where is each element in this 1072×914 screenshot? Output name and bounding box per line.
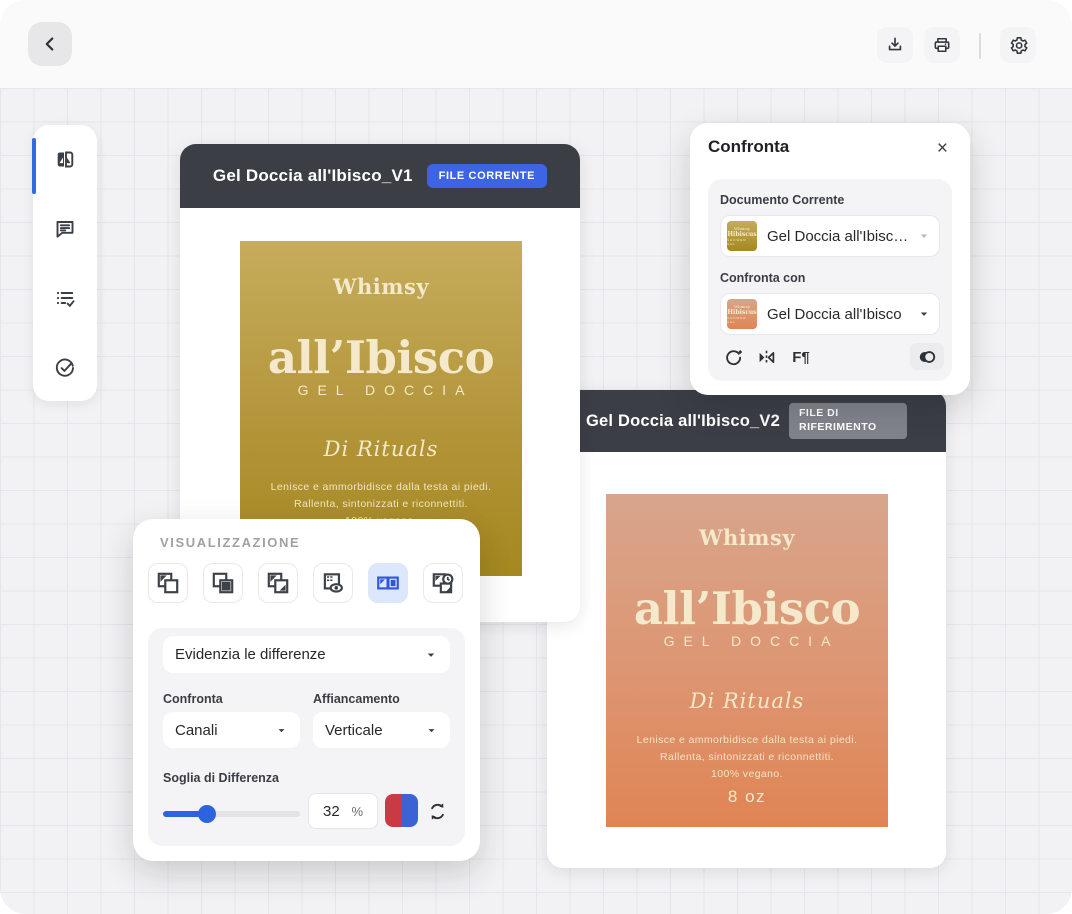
view-mode-history[interactable] [423, 563, 463, 603]
view-mode-side-by-side[interactable] [368, 563, 408, 603]
overlay-toggle-button[interactable] [910, 343, 944, 370]
label-category: GEL DOCCIA [606, 633, 888, 649]
threshold-value: 32 [323, 803, 340, 820]
printer-icon [932, 35, 952, 55]
document-v2-header: Gel Doccia all'Ibisco_V2 FILE DI RIFERIM… [547, 390, 946, 452]
toolbar-divider [979, 33, 981, 59]
current-doc-dropdown[interactable]: Whimsy Hibiscus SHOWER GEL Gel Doccia al… [720, 215, 940, 257]
comment-icon [53, 217, 77, 241]
current-doc-label: Documento Corrente [720, 193, 844, 207]
compare-mode-dropdown[interactable]: Canali [163, 712, 300, 748]
threshold-label: Soglia di Differenza [163, 771, 279, 785]
label-artwork-v2: Whimsy all’Ibisco GEL DOCCIA Di Rituals … [606, 494, 888, 827]
compare-panel: Confronta × Documento Corrente Whimsy Hi… [690, 123, 970, 395]
compare-with-value: Gel Doccia all'Ibisco [767, 306, 909, 323]
compare-with-dropdown[interactable]: Whimsy Hibiscus SHOWER GEL Gel Doccia al… [720, 293, 940, 335]
chevron-down-icon [275, 724, 288, 737]
highlight-mode-value: Evidenzia le differenze [175, 646, 326, 663]
compare-mode-value: Canali [175, 722, 218, 739]
checklist-icon [53, 286, 77, 310]
sidebar-item-approve[interactable] [53, 356, 77, 380]
chevron-down-icon [917, 229, 931, 243]
document-v2-title: Gel Doccia all'Ibisco_V2 [586, 412, 780, 431]
download-button[interactable] [877, 27, 913, 63]
label-brand: Whimsy [240, 274, 522, 299]
gear-icon [1008, 35, 1029, 56]
highlight-mode-dropdown[interactable]: Evidenzia le differenze [163, 636, 450, 673]
refresh-button[interactable] [425, 799, 449, 823]
document-card-v2: Gel Doccia all'Ibisco_V2 FILE DI RIFERIM… [547, 390, 946, 868]
diff-squares-icon [265, 570, 291, 596]
top-toolbar [0, 0, 1072, 88]
label-product-name: all’Ibisco [240, 331, 522, 384]
sidebar-item-comments[interactable] [53, 217, 77, 241]
pixel-eye-icon [320, 570, 346, 596]
chevron-down-icon [424, 648, 438, 662]
overlay-squares-icon [155, 570, 181, 596]
refresh-icon [426, 800, 449, 823]
threshold-slider-thumb[interactable] [198, 805, 216, 823]
font-check-tool-button[interactable]: F¶ [789, 345, 813, 369]
overlay-circles-icon [916, 346, 938, 368]
compare-pages-icon [53, 148, 77, 172]
back-button[interactable] [28, 22, 72, 66]
font-paragraph-icon: F¶ [792, 349, 810, 366]
doc-thumbnail-gold: Whimsy Hibiscus SHOWER GEL [727, 221, 757, 251]
view-panel-body: Evidenzia le differenze Confronta Affian… [148, 628, 465, 846]
layout-mode-dropdown[interactable]: Verticale [313, 712, 450, 748]
chevron-down-icon [425, 724, 438, 737]
view-settings-panel: VISUALIZZAZIONE [133, 519, 480, 861]
doc-thumbnail-peach: Whimsy Hibiscus SHOWER GEL [727, 299, 757, 329]
view-panel-title: VISUALIZZAZIONE [160, 535, 300, 550]
settings-button[interactable] [1000, 27, 1036, 63]
document-v1-header: Gel Doccia all'Ibisco_V1 FILE CORRENTE [180, 144, 580, 208]
sidebar [33, 125, 97, 401]
reference-file-badge: FILE DI RIFERIMENTO [789, 403, 907, 438]
rotate-icon [722, 346, 745, 369]
compare-panel-body: Documento Corrente Whimsy Hibiscus SHOWE… [708, 179, 952, 381]
label-size: 8 oz [606, 787, 888, 807]
label-body-text: Lenisce e ammorbidisce dalla testa ai pi… [606, 732, 888, 782]
threshold-slider[interactable] [163, 811, 300, 817]
label-product-name: all’Ibisco [606, 582, 888, 635]
diff-color-red [385, 794, 402, 827]
flip-horizontal-tool-button[interactable] [754, 345, 778, 369]
view-mode-overlay-c[interactable] [258, 563, 298, 603]
flip-horizontal-icon [755, 346, 778, 369]
close-icon[interactable]: × [937, 139, 948, 158]
chevron-left-icon [39, 33, 61, 55]
sidebar-item-compare[interactable] [53, 148, 77, 172]
diff-color-swatch[interactable] [385, 794, 418, 827]
current-file-badge: FILE CORRENTE [427, 164, 547, 188]
filled-square-icon [210, 570, 236, 596]
download-icon [885, 35, 905, 55]
view-mode-pixel-diff[interactable] [313, 563, 353, 603]
label-signature: Di Rituals [606, 689, 888, 713]
compare-with-label: Confronta con [720, 271, 805, 285]
current-doc-value: Gel Doccia all'Ibisc… [767, 228, 909, 245]
print-button[interactable] [924, 27, 960, 63]
label-signature: Di Rituals [240, 437, 522, 461]
layout-mode-value: Verticale [325, 722, 383, 739]
history-compare-icon [430, 570, 456, 596]
rotate-tool-button[interactable] [721, 345, 745, 369]
view-mode-overlay-a[interactable] [148, 563, 188, 603]
sidebar-item-checklist[interactable] [53, 286, 77, 310]
compare-panel-title: Confronta [708, 137, 789, 157]
compare-mode-label: Confronta [163, 692, 223, 706]
layout-mode-label: Affiancamento [313, 692, 400, 706]
chevron-down-icon [917, 307, 931, 321]
label-category: GEL DOCCIA [240, 382, 522, 398]
app-window: Gel Doccia all'Ibisco_V2 FILE DI RIFERIM… [0, 0, 1072, 914]
document-v1-title: Gel Doccia all'Ibisco_V1 [213, 166, 413, 186]
side-by-side-icon [375, 570, 401, 596]
threshold-unit: % [351, 804, 363, 819]
check-circle-icon [53, 356, 77, 380]
diff-color-blue [402, 794, 419, 827]
label-brand: Whimsy [606, 525, 888, 550]
active-tab-indicator [32, 138, 36, 194]
view-mode-overlay-b[interactable] [203, 563, 243, 603]
threshold-value-box[interactable]: 32 % [308, 793, 378, 829]
